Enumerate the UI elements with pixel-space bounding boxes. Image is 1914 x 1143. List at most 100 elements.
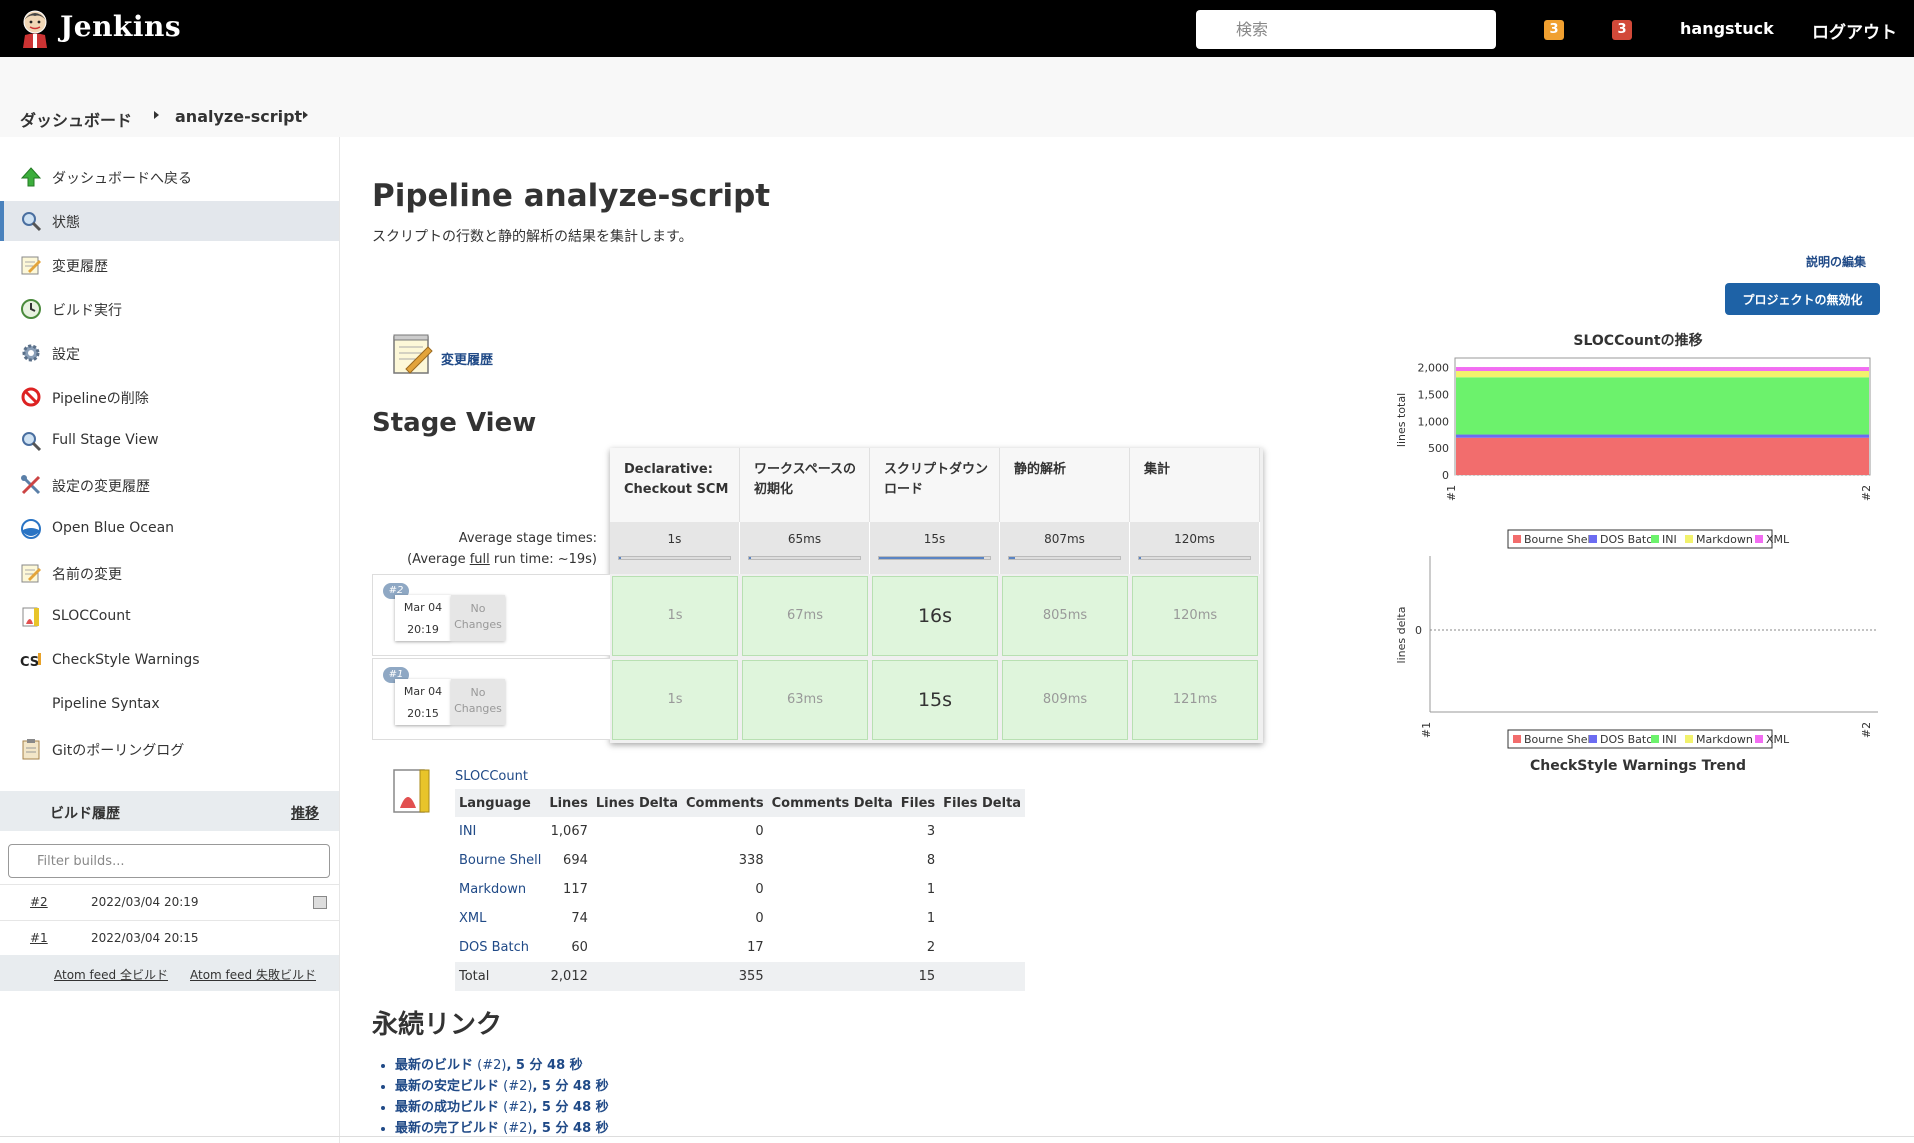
permalink-label[interactable]: 最新のビルド (395, 1058, 473, 1073)
chart-title: SLOCCountの推移 (1573, 332, 1702, 349)
build-number-link[interactable]: #2 (30, 895, 48, 909)
stage-progress-bar (1138, 556, 1251, 560)
build-row[interactable]: #1 2022/03/04 20:15 (0, 920, 339, 956)
column-header[interactable]: Lines (545, 789, 592, 817)
run-changes[interactable]: No Changes (451, 595, 505, 641)
stage-cell[interactable]: 120ms (1132, 576, 1258, 656)
full-run-time-link[interactable]: full (470, 552, 490, 567)
language-link[interactable]: XML (455, 904, 545, 933)
build-date[interactable]: 2022/03/04 20:15 (91, 931, 199, 945)
permalink-label[interactable]: 最新の安定ビルド (395, 1079, 499, 1094)
notepad-icon[interactable] (392, 333, 434, 377)
stage-average-time: 65ms (740, 522, 870, 574)
task-sloccount[interactable]: SLOCCount (0, 597, 339, 637)
permalink-label[interactable]: 最新の成功ビルド (395, 1100, 499, 1115)
permalinks-title: 永続リンク (372, 1010, 503, 1040)
logout-link[interactable]: ログアウト (1812, 18, 1897, 43)
breadcrumb-job[interactable]: analyze-script (175, 107, 302, 126)
column-header[interactable]: Comments Delta (767, 789, 897, 817)
stage-cell[interactable]: 809ms (1002, 660, 1128, 740)
permalink-item[interactable]: 最新の安定ビルド (#2), 5 分 48 秒 (395, 1075, 609, 1096)
app-name[interactable]: Jenkins (60, 10, 181, 43)
task-full-stage-view[interactable]: Full Stage View (0, 421, 339, 461)
magnifier-icon (22, 432, 42, 452)
run-summary[interactable]: #2 Mar 04 20:19 No Changes (372, 574, 610, 656)
task-back-to-dashboard[interactable]: ダッシュボードへ戻る (0, 157, 339, 197)
task-build-now[interactable]: ビルド実行 (0, 289, 339, 329)
filter-builds-input[interactable] (8, 844, 330, 878)
build-number-link[interactable]: #1 (30, 931, 48, 945)
build-history-trend-link[interactable]: 推移 (291, 803, 319, 823)
permalink-item[interactable]: 最新の成功ビルド (#2), 5 分 48 秒 (395, 1096, 609, 1117)
stage-cell[interactable]: 1s (612, 660, 738, 740)
comments-cell: 0 (755, 882, 764, 897)
task-open-blue-ocean[interactable]: Open Blue Ocean (0, 509, 339, 549)
area-series (1456, 377, 1869, 435)
language-link[interactable]: Markdown (455, 875, 545, 904)
files-delta-cell (939, 904, 1025, 933)
atom-feed-all-link[interactable]: Atom feed 全ビルド (54, 966, 168, 983)
atom-feed-failed-link[interactable]: Atom feed 失敗ビルド (190, 966, 316, 983)
legend-swatch (1589, 535, 1597, 543)
permalink-item[interactable]: 最新のビルド (#2), 5 分 48 秒 (395, 1054, 609, 1075)
column-header[interactable]: Files Delta (939, 789, 1026, 817)
x-tick-label: #1 (1420, 722, 1433, 738)
language-link[interactable]: DOS Batch (455, 933, 545, 962)
build-row[interactable]: #2 2022/03/04 20:19 (0, 884, 339, 920)
task-changes[interactable]: 変更履歴 (0, 245, 339, 285)
stage-cell[interactable]: 15s (872, 660, 998, 740)
breadcrumb-chevron-icon[interactable] (154, 111, 159, 119)
console-output-icon[interactable] (313, 896, 327, 909)
column-header[interactable]: Files (896, 789, 940, 817)
task-status[interactable]: 状態 (0, 201, 339, 241)
stage-progress-fill (879, 557, 985, 559)
permalink-label[interactable]: 最新の完了ビルド (395, 1121, 499, 1136)
edit-description-link[interactable]: 説明の編集 (1806, 253, 1866, 270)
sloccount-link[interactable]: SLOCCount (455, 769, 528, 784)
run-changes[interactable]: No Changes (451, 679, 505, 725)
stage-cell[interactable]: 67ms (742, 576, 868, 656)
stage-cell[interactable]: 805ms (1002, 576, 1128, 656)
area-series (1456, 437, 1869, 475)
language-link[interactable]: INI (455, 817, 545, 846)
breadcrumb-dashboard[interactable]: ダッシュボード (20, 107, 132, 131)
task-rename[interactable]: 名前の変更 (0, 553, 339, 593)
task-configure[interactable]: 設定 (0, 333, 339, 373)
task-pipeline-syntax[interactable]: Pipeline Syntax (0, 685, 339, 725)
search-input[interactable] (1196, 10, 1496, 49)
total-comments-delta (767, 962, 897, 991)
stage-average-value: 1s (667, 532, 682, 546)
stage-cell[interactable]: 121ms (1132, 660, 1258, 740)
y-tick-label: 1,500 (1418, 389, 1450, 402)
warning-badge[interactable]: 3 (1544, 20, 1564, 40)
permalink-item[interactable]: 最新の完了ビルド (#2), 5 分 48 秒 (395, 1117, 609, 1138)
task-config-history[interactable]: 設定の変更履歴 (0, 465, 339, 505)
legend-swatch (1755, 535, 1763, 543)
notepad-icon (21, 256, 41, 275)
column-header[interactable]: Lines Delta (591, 789, 683, 817)
changes-link[interactable]: 変更履歴 (441, 349, 493, 368)
disable-project-button[interactable]: プロジェクトの無効化 (1725, 283, 1880, 315)
alert-badge[interactable]: 3 (1612, 20, 1632, 40)
stage-average-value: 65ms (787, 532, 822, 546)
build-date[interactable]: 2022/03/04 20:19 (91, 895, 199, 909)
permalink-build-number: (#2) (473, 1058, 507, 1073)
task-delete-pipeline[interactable]: Pipelineの削除 (0, 377, 339, 417)
stage-cell[interactable]: 63ms (742, 660, 868, 740)
breadcrumb-chevron-icon[interactable] (303, 111, 308, 119)
stage-cell[interactable]: 16s (872, 576, 998, 656)
comments-cell: 338 (738, 853, 764, 868)
column-header[interactable]: Comments (682, 789, 768, 817)
checkstyle-trend-chart[interactable]: 0 lines delta #1 #2 Bourne Shell DOS Batch INI… (1380, 550, 1880, 780)
run-summary[interactable]: #1 Mar 04 20:15 No Changes (372, 658, 610, 740)
task-git-polling-log[interactable]: Gitのポーリングログ (0, 729, 339, 769)
sloccount-trend-chart[interactable]: SLOCCountの推移 0 500 1,000 1,500 2,000 lines tot… (1380, 325, 1880, 555)
column-header[interactable]: Language (455, 789, 546, 817)
stage-cell[interactable]: 1s (612, 576, 738, 656)
task-checkstyle-warnings[interactable]: CS CheckStyle Warnings (0, 641, 339, 681)
lines-delta-cell (592, 875, 682, 904)
language-link[interactable]: Bourne Shell (455, 846, 545, 875)
user-link[interactable]: hangstuck (1680, 19, 1774, 38)
jenkins-logo-icon[interactable] (18, 8, 52, 48)
permalink-time: , 5 分 48 秒 (532, 1100, 609, 1115)
